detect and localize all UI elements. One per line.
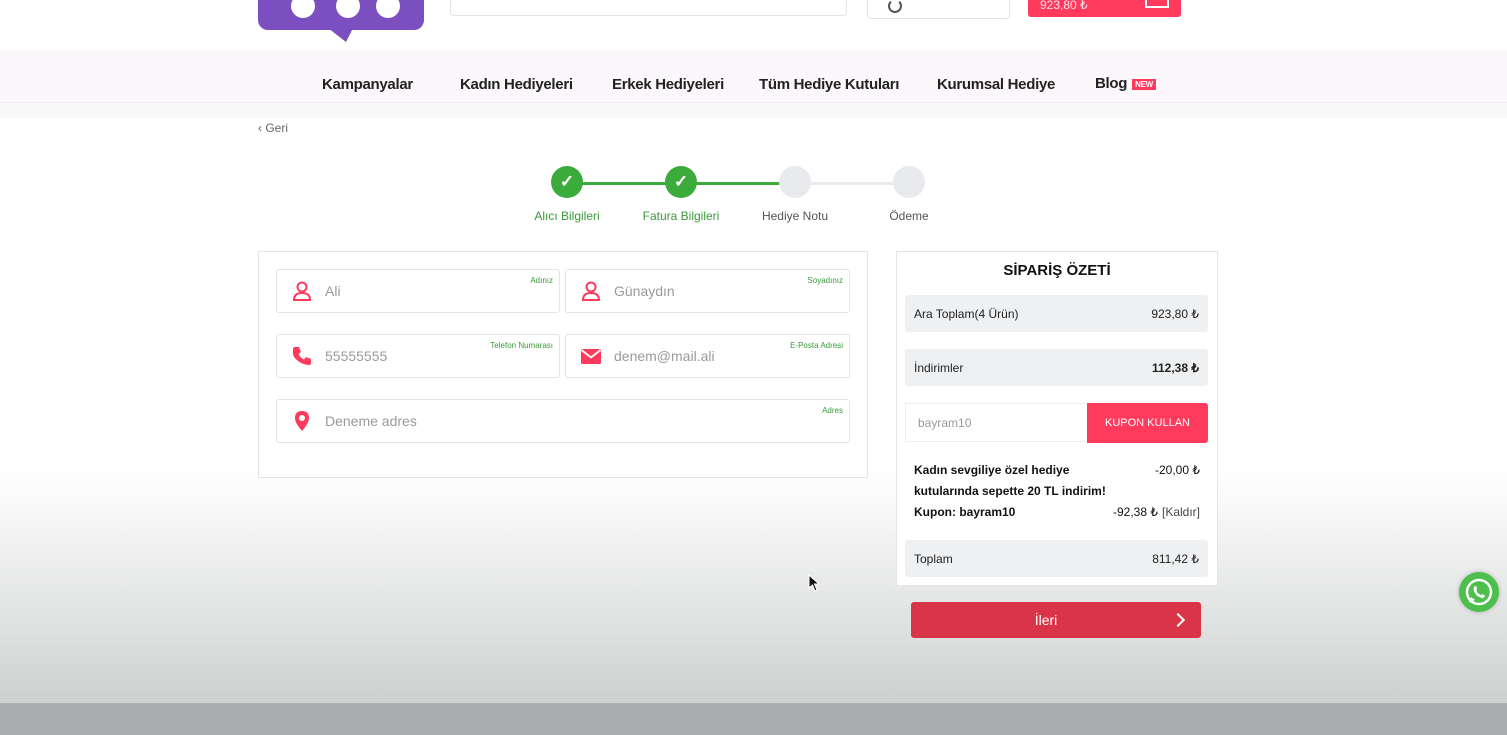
- step-label-hediye-notu: Hediye Notu: [761, 209, 829, 223]
- remove-coupon-link[interactable]: [Kaldır]: [1162, 505, 1200, 519]
- shopping-bag-icon: [1145, 0, 1169, 8]
- first-name-label: Adınız: [530, 276, 553, 285]
- step-label-alici: Alıcı Bilgileri: [534, 209, 600, 223]
- step-3-circle: [779, 166, 811, 198]
- cart-amount: 923,80 ₺: [1040, 0, 1088, 12]
- total-row: Toplam 811,42 ₺: [905, 540, 1208, 577]
- logo[interactable]: [258, 0, 424, 42]
- user-icon: [581, 281, 601, 301]
- email-label: E-Posta Adresi: [790, 341, 843, 350]
- header: 923,80 ₺: [0, 0, 1507, 50]
- step-4-circle: [893, 166, 925, 198]
- address-label: Adres: [822, 406, 843, 415]
- discounts-label: İndirimler: [914, 361, 964, 375]
- subtotal-row: Ara Toplam(4 Ürün) 923,80 ₺: [905, 295, 1208, 332]
- map-pin-icon: [295, 411, 309, 431]
- discounts-row: İndirimler 112,38 ₺: [905, 349, 1208, 386]
- address-input[interactable]: [325, 411, 767, 431]
- step-label-fatura: Fatura Bilgileri: [642, 209, 720, 223]
- address-field: Adres: [276, 399, 850, 443]
- billing-form: Adınız Soyadınız Telefon Numarası E-Post…: [258, 251, 868, 478]
- search-input[interactable]: [450, 0, 847, 16]
- coupon-amount-wrap: -92,38 ₺ [Kaldır]: [1113, 505, 1200, 519]
- next-button-label: İleri: [1034, 612, 1058, 628]
- next-button[interactable]: İleri: [911, 602, 1201, 638]
- step-label-odeme: Ödeme: [889, 209, 929, 223]
- user-icon: [292, 281, 312, 301]
- discounts-value: 112,38 ₺: [1151, 361, 1199, 375]
- first-name-input[interactable]: [325, 281, 477, 301]
- coupon-line: Kupon: bayram10: [914, 505, 1016, 519]
- step-2-check-icon: ✓: [665, 166, 697, 198]
- email-field: E-Posta Adresi: [565, 334, 850, 378]
- whatsapp-icon: [1465, 578, 1493, 606]
- sub-bar: [0, 103, 1507, 118]
- envelope-icon: [580, 349, 602, 364]
- order-summary: SİPARİŞ ÖZETİ Ara Toplam(4 Ürün) 923,80 …: [896, 251, 1218, 586]
- whatsapp-button[interactable]: [1459, 572, 1499, 612]
- total-value: 811,42 ₺: [1152, 552, 1199, 566]
- nav-item-blog[interactable]: Blog NEW: [1095, 75, 1156, 92]
- subtotal-value: 923,80 ₺: [1151, 307, 1199, 321]
- nav-item-kurumsal-hediye[interactable]: Kurumsal Hediye: [937, 76, 1055, 93]
- footer: [0, 703, 1507, 735]
- promo-amount: -20,00 ₺: [1155, 463, 1200, 477]
- nav-item-tum-hediye-kutulari[interactable]: Tüm Hediye Kutuları: [759, 76, 899, 93]
- user-icon: [888, 0, 902, 13]
- nav-item-kadin-hediyeleri[interactable]: Kadın Hediyeleri: [460, 76, 573, 93]
- new-badge: NEW: [1132, 78, 1156, 90]
- account-button[interactable]: [867, 0, 1010, 19]
- nav-item-erkek-hediyeleri[interactable]: Erkek Hediyeleri: [612, 76, 724, 93]
- last-name-input[interactable]: [614, 281, 767, 301]
- subtotal-label: Ara Toplam(4 Ürün): [914, 307, 1019, 321]
- step-1-check-icon: ✓: [551, 166, 583, 198]
- cart-button[interactable]: 923,80 ₺: [1028, 0, 1181, 17]
- summary-title: SİPARİŞ ÖZETİ: [1003, 262, 1111, 279]
- phone-label: Telefon Numarası: [490, 341, 553, 350]
- total-label: Toplam: [914, 552, 953, 566]
- last-name-field: Soyadınız: [565, 269, 850, 313]
- coupon-input[interactable]: [905, 403, 1086, 442]
- last-name-label: Soyadınız: [807, 276, 843, 285]
- phone-icon: [292, 347, 311, 365]
- promo-line-2: kutularında sepette 20 TL indirim!: [914, 484, 1106, 498]
- apply-coupon-button[interactable]: KUPON KULLAN: [1087, 403, 1208, 443]
- phone-input[interactable]: [325, 346, 477, 366]
- mouse-cursor-icon: [808, 574, 820, 592]
- nav-item-kampanyalar[interactable]: Kampanyalar: [322, 76, 413, 93]
- promo-line-1: Kadın sevgiliye özel hediye: [914, 463, 1070, 477]
- back-link[interactable]: ‹ Geri: [258, 121, 288, 135]
- phone-field: Telefon Numarası: [276, 334, 560, 378]
- coupon-amount: -92,38 ₺: [1112, 505, 1158, 519]
- email-input[interactable]: [614, 346, 767, 366]
- main-nav: Kampanyalar Kadın Hediyeleri Erkek Hediy…: [0, 50, 1507, 103]
- first-name-field: Adınız: [276, 269, 560, 313]
- nav-blog-label: Blog: [1095, 75, 1128, 92]
